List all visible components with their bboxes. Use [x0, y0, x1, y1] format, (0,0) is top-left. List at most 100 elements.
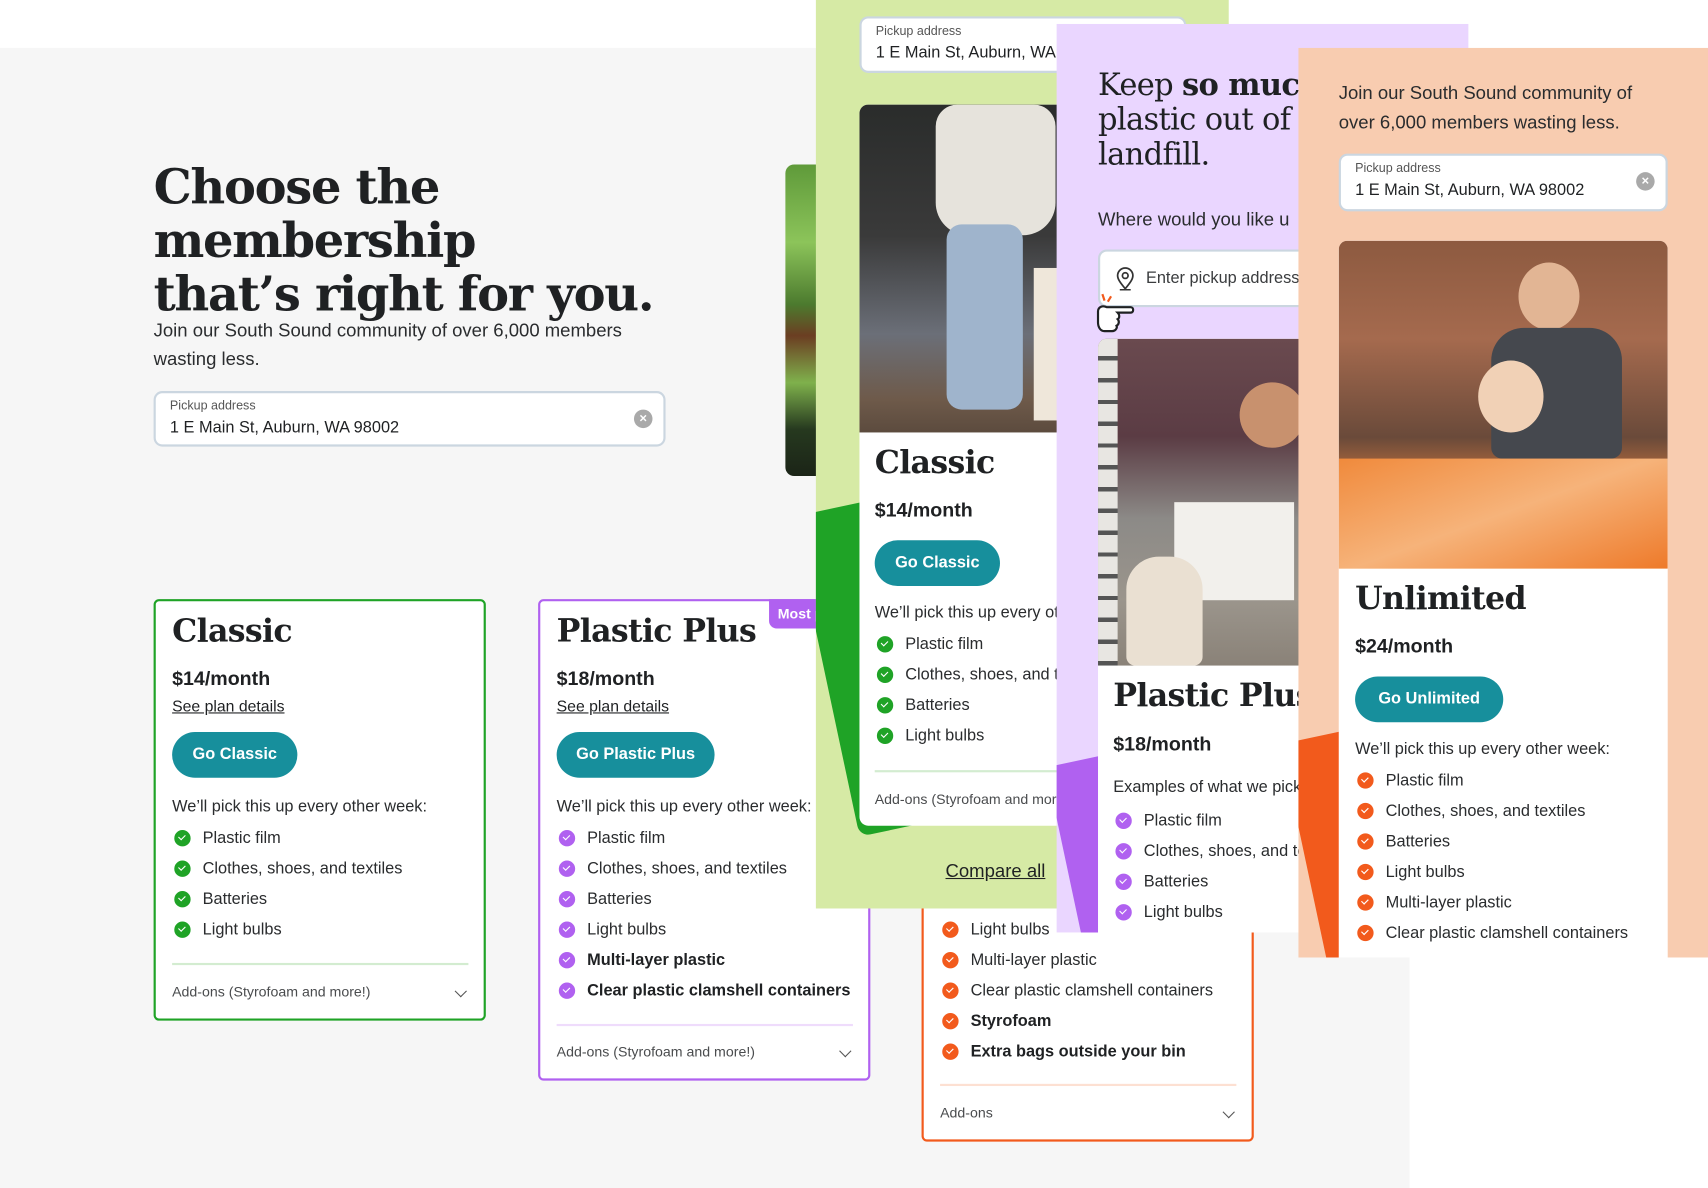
feature-label: Batteries: [905, 695, 970, 715]
feature-list: Plastic film Clothes, shoes, and textile…: [558, 822, 851, 1006]
check-icon: [1357, 802, 1374, 819]
feature-list: Light bulbs Multi-layer plastic Clear pl…: [942, 914, 1213, 1067]
plan-card-unlimited: Unlimited $24/month Go Unlimited We’ll p…: [1338, 240, 1668, 958]
pickup-address-value[interactable]: 1 E Main St, Auburn, WA 98002: [170, 418, 399, 437]
pickup-address-value[interactable]: 1 E Main St, Auburn, WA: [876, 44, 1056, 63]
chevron-down-icon: [839, 1045, 852, 1058]
photo-railing: [1098, 338, 1118, 666]
photo-orange-bag: [1338, 458, 1668, 569]
addons-label: Add-ons (Styrofoam and more!): [556, 1043, 755, 1060]
addons-label: Add-ons: [940, 1104, 993, 1121]
divider: [172, 962, 469, 966]
plan-photo: [1338, 240, 1668, 569]
addons-toggle[interactable]: Add-ons (Styrofoam and mor: [875, 791, 1057, 807]
feature-list: Plastic film Clothes, shoes, and te Batt…: [1115, 805, 1306, 927]
feature-label: Batteries: [1385, 831, 1451, 851]
plan-price: $14/month: [172, 667, 271, 690]
intro-line-2: wasting less.: [153, 348, 260, 370]
feature-item: Batteries: [1357, 826, 1628, 857]
pickup-address-label: Pickup address: [875, 25, 962, 39]
pointing-hand-icon: [1096, 293, 1135, 333]
check-icon: [174, 829, 191, 846]
plan-title: Plastic Plus: [556, 612, 757, 650]
photo-child-face: [1478, 360, 1544, 433]
see-plan-details-link[interactable]: See plan details: [172, 698, 284, 715]
feature-item: Light bulbs: [174, 914, 402, 945]
check-icon: [876, 727, 894, 744]
divider: [556, 1023, 853, 1027]
clear-icon[interactable]: ×: [1636, 172, 1655, 191]
feature-list: Plastic film Clothes, shoes, and textile…: [174, 822, 402, 944]
pickup-question: Where would you like u: [1098, 209, 1290, 230]
see-plan-details-link[interactable]: See plan details: [557, 698, 669, 715]
addons-toggle[interactable]: Add-ons (Styrofoam and more!): [172, 974, 468, 1007]
feature-item: Styrofoam: [942, 1005, 1213, 1036]
photo-person-face: [1239, 382, 1305, 448]
feature-label: Plastic film: [1143, 810, 1222, 830]
check-icon: [1115, 873, 1132, 890]
feature-item: Clothes, shoes, and textiles: [174, 853, 402, 884]
photo-bag: [1126, 556, 1203, 666]
check-icon: [558, 829, 576, 846]
feature-label: Batteries: [587, 889, 652, 908]
headline-text: Keep: [1098, 66, 1183, 103]
check-icon: [876, 635, 894, 652]
feature-item: Clothes, shoes, and te: [876, 659, 1068, 690]
plan-title: Unlimited: [1355, 579, 1527, 617]
page-title-line-2: that’s right for you.: [153, 266, 655, 323]
check-icon: [558, 951, 576, 968]
go-classic-button[interactable]: Go Classic: [172, 732, 298, 778]
page-title: Choose the membership that’s right for y…: [154, 161, 764, 321]
feature-item: Light bulbs: [1357, 856, 1628, 887]
pickup-address-label: Pickup address: [169, 399, 256, 413]
feature-item: Batteries: [876, 690, 1068, 721]
feature-item: Batteries: [1115, 866, 1306, 897]
feature-item: Plastic film: [558, 822, 851, 853]
pickup-address-field[interactable]: Pickup address 1 E Main St, Auburn, WA 9…: [1338, 153, 1668, 212]
feature-item: Clothes, shoes, and textiles: [1357, 795, 1628, 826]
pickup-address-field[interactable]: Pickup address 1 E Main St, Auburn, WA 9…: [153, 391, 666, 447]
pickup-address-label: Pickup address: [1355, 162, 1441, 176]
go-unlimited-button[interactable]: Go Unlimited: [1355, 676, 1504, 723]
check-icon: [1115, 812, 1132, 829]
feature-item: Clothes, shoes, and te: [1115, 835, 1306, 866]
feature-item: Clear plastic clamshell containers: [942, 975, 1213, 1006]
feature-label: Plastic film: [202, 828, 281, 847]
clear-icon[interactable]: ×: [633, 409, 653, 429]
chevron-down-icon: [454, 985, 467, 998]
check-icon: [942, 1043, 959, 1060]
feature-item: Clothes, shoes, and textiles: [558, 853, 851, 884]
plan-card-classic: Classic $14/month See plan details Go Cl…: [153, 599, 486, 1021]
feature-label: Styrofoam: [970, 1011, 1052, 1030]
check-icon: [942, 921, 959, 938]
feature-item: Clear plastic clamshell containers: [1357, 917, 1628, 948]
feature-label: Light bulbs: [970, 919, 1050, 939]
check-icon: [174, 921, 191, 938]
addons-label: Add-ons (Styrofoam and more!): [172, 983, 371, 1000]
feature-item: Multi-layer plastic: [558, 944, 851, 975]
headline-line-3: landfill.: [1098, 136, 1210, 173]
pickup-note: We’ll pick this up every other week:: [556, 797, 812, 816]
pickup-address-value[interactable]: 1 E Main St, Auburn, WA 98002: [1355, 181, 1584, 200]
addons-toggle[interactable]: Add-ons: [940, 1095, 1236, 1128]
feature-label: Clear plastic clamshell containers: [587, 980, 851, 1000]
check-icon: [942, 982, 959, 999]
pickup-note: We’ll pick this up every other week:: [172, 797, 428, 816]
addons-toggle[interactable]: Add-ons (Styrofoam and more!): [557, 1034, 853, 1067]
go-classic-button[interactable]: Go Classic: [874, 540, 1000, 587]
go-plastic-plus-button[interactable]: Go Plastic Plus: [556, 732, 715, 778]
intro-line-2: over 6,000 members wasting less.: [1338, 112, 1620, 133]
feature-item: Plastic film: [1115, 805, 1306, 836]
check-icon: [174, 860, 191, 877]
feature-item: Multi-layer plastic: [1357, 887, 1628, 918]
feature-label: Light bulbs: [905, 726, 985, 745]
photo-person-face: [1518, 262, 1580, 331]
compare-all-link[interactable]: Compare all: [946, 861, 1046, 883]
feature-item: Light bulbs: [876, 720, 1068, 751]
feature-item: Clear plastic clamshell containers: [558, 975, 851, 1006]
feature-label: Batteries: [202, 889, 268, 908]
stage: Choose the membership that’s right for y…: [0, 0, 1708, 1188]
photo-person-shirt: [935, 104, 1056, 236]
feature-label: Light bulbs: [202, 919, 282, 939]
feature-list: Plastic film Clothes, shoes, and te Batt…: [876, 629, 1068, 751]
